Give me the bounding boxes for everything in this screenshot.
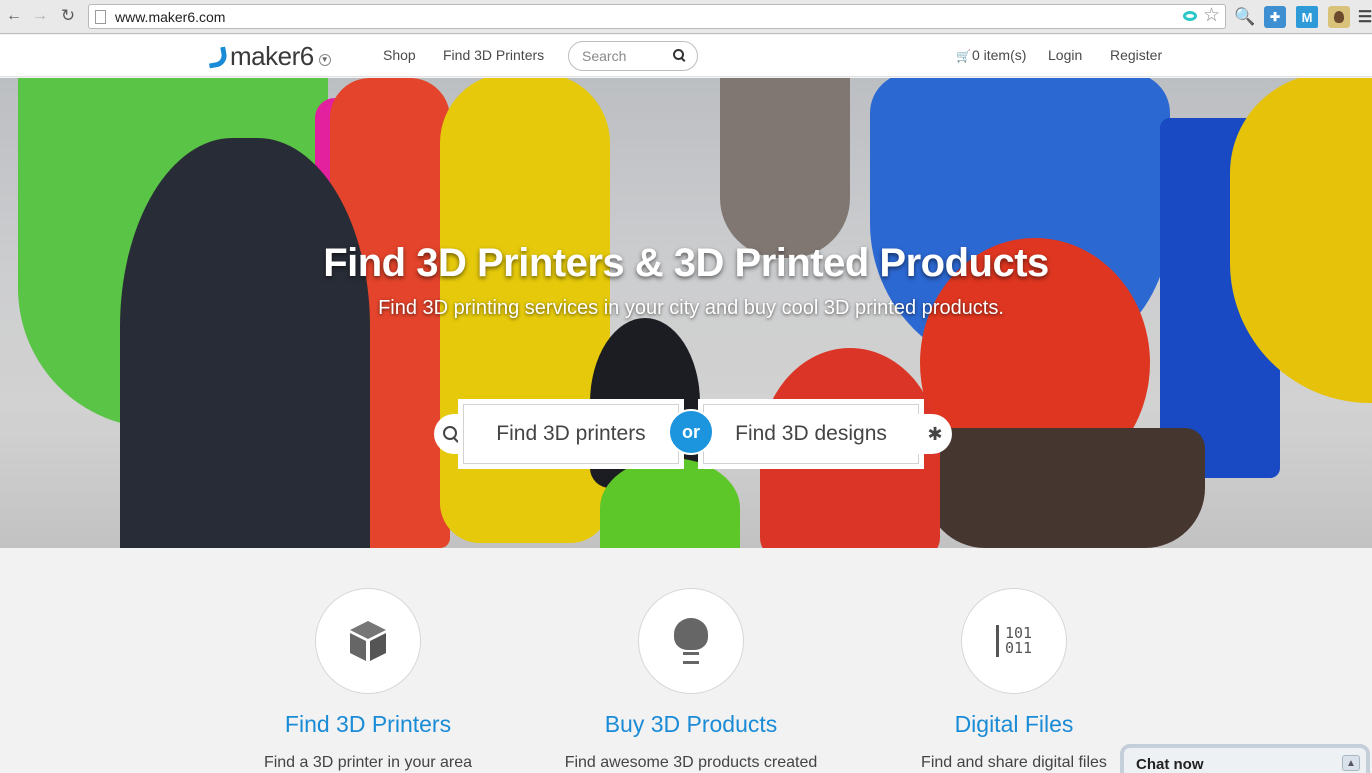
search-icon[interactable]	[673, 49, 687, 63]
logo-mark-icon	[206, 47, 228, 67]
profile-extension-icon[interactable]	[1328, 6, 1350, 28]
feature-icon-circle: 101 011	[961, 588, 1067, 694]
feature-description: Find and share digital files	[921, 754, 1107, 771]
feature-find-printers: Find 3D Printers Find a 3D printer in yo…	[218, 588, 518, 773]
chat-widget[interactable]: Chat now ▲	[1120, 744, 1370, 773]
chat-label: Chat now	[1136, 756, 1204, 773]
chevron-down-icon[interactable]: ▼	[318, 53, 331, 66]
find-3d-printers-label: Find 3D printers	[463, 404, 679, 464]
puzzle-piece-icon: ✱	[927, 423, 943, 444]
or-badge: or	[668, 409, 714, 455]
find-3d-designs-label: Find 3D designs	[703, 404, 919, 464]
feature-buy-products: Buy 3D Products Find awesome 3D products…	[541, 588, 841, 773]
feature-digital-files: 101 011 Digital Files Find and share dig…	[864, 588, 1164, 773]
hero-title: Find 3D Printers & 3D Printed Products	[323, 241, 1049, 285]
feature-description: Find awesome 3D products created	[564, 754, 818, 771]
lightbulb-icon	[674, 618, 708, 664]
nav-find-3d-printers[interactable]: Find 3D Printers	[443, 47, 544, 63]
feature-title[interactable]: Find 3D Printers	[218, 711, 518, 738]
feature-description: Find a 3D printer in your area	[263, 754, 473, 771]
feature-title[interactable]: Digital Files	[864, 711, 1164, 738]
browser-menu-icon[interactable]: ☰	[1354, 6, 1372, 28]
search-icon	[443, 426, 459, 442]
nav-shop[interactable]: Shop	[383, 47, 416, 63]
hero-banner: Find 3D Printers & 3D Printed Products F…	[0, 78, 1372, 548]
register-link[interactable]: Register	[1110, 47, 1162, 63]
cube-icon	[350, 621, 386, 661]
cart-icon: 🛒	[956, 49, 971, 63]
search-box	[568, 41, 698, 71]
puzzle-extension-icon[interactable]: ✚	[1264, 6, 1286, 28]
back-arrow-icon[interactable]: ←	[4, 6, 24, 26]
logo[interactable]: maker6 ▼	[206, 41, 331, 72]
feature-title[interactable]: Buy 3D Products	[541, 711, 841, 738]
feature-icon-circle	[315, 588, 421, 694]
browser-toolbar: ← → ↻ www.maker6.com ☆ 🔍 ✚ M ☰	[0, 0, 1372, 34]
find-3d-designs-button[interactable]: Find 3D designs	[698, 399, 924, 469]
url-text[interactable]: www.maker6.com	[115, 9, 225, 25]
address-bar[interactable]: www.maker6.com ☆	[88, 4, 1226, 29]
binary-icon: 101 011	[995, 625, 1033, 657]
logo-text: maker6	[230, 41, 314, 71]
zoom-extension-icon[interactable]: 🔍	[1234, 6, 1256, 28]
search-input[interactable]	[582, 48, 667, 64]
extension-ring-icon[interactable]	[1183, 11, 1197, 21]
m-extension-icon[interactable]: M	[1296, 6, 1318, 28]
bookmark-star-icon[interactable]: ☆	[1203, 6, 1220, 26]
reload-icon[interactable]: ↻	[58, 6, 78, 26]
find-3d-printers-button[interactable]: Find 3D printers	[458, 399, 684, 469]
binary-bottom: 011	[1004, 639, 1033, 657]
login-link[interactable]: Login	[1048, 47, 1082, 63]
page-icon	[95, 9, 106, 24]
cart-count: 0 item(s)	[971, 47, 1027, 63]
hero-subtitle: Find 3D printing services in your city a…	[378, 297, 1004, 319]
forward-arrow-icon[interactable]: →	[30, 6, 50, 26]
site-header: maker6 ▼ Shop Find 3D Printers 🛒0 item(s…	[0, 35, 1372, 77]
cart-link[interactable]: 🛒0 item(s)	[956, 47, 1026, 63]
feature-icon-circle	[638, 588, 744, 694]
chevron-up-icon[interactable]: ▲	[1342, 755, 1360, 771]
